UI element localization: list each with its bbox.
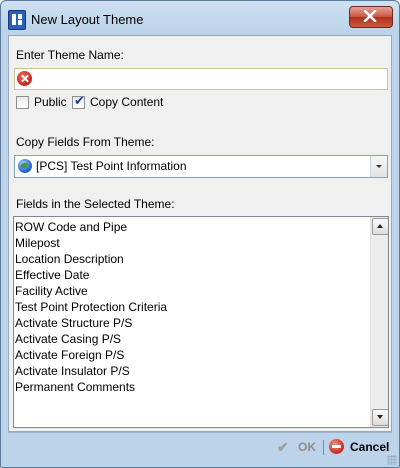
copy-content-checkbox[interactable]: ✔	[72, 93, 85, 109]
scroll-up-button[interactable]	[372, 218, 388, 235]
window-title: New Layout Theme	[31, 12, 144, 27]
layout-theme-icon	[8, 10, 26, 30]
chevron-down-icon[interactable]	[370, 156, 387, 177]
list-item[interactable]: Location Description	[14, 251, 370, 267]
title-bar: New Layout Theme	[1, 1, 399, 35]
dialog-content: Enter Theme Name: Public ✔ Copy Content …	[8, 35, 392, 432]
list-item[interactable]: Activate Insulator P/S	[14, 363, 370, 379]
error-icon	[17, 71, 32, 86]
theme-name-input[interactable]	[14, 68, 388, 90]
list-item[interactable]: Facility Active	[14, 283, 370, 299]
vertical-scrollbar[interactable]	[370, 217, 388, 427]
checkmark-icon: ✔	[277, 439, 289, 455]
copy-fields-dropdown[interactable]: [PCS] Test Point Information	[14, 155, 388, 178]
checkmark-icon: ✔	[74, 93, 85, 108]
dialog-window: New Layout Theme Enter Theme Name: Publi…	[0, 0, 400, 468]
list-item[interactable]: Activate Casing P/S	[14, 331, 370, 347]
globe-icon	[18, 159, 32, 173]
cancel-label: Cancel	[350, 440, 390, 454]
public-checkbox[interactable]	[16, 96, 29, 109]
footer-separator	[8, 432, 392, 433]
fields-label: Fields in the Selected Theme:	[16, 197, 175, 211]
close-icon	[363, 10, 377, 22]
resize-grip[interactable]	[387, 455, 397, 465]
list-item[interactable]: Effective Date	[14, 267, 370, 283]
public-label: Public	[34, 95, 67, 109]
list-item[interactable]: Activate Foreign P/S	[14, 347, 370, 363]
copy-content-label: Copy Content	[90, 95, 164, 109]
theme-name-label: Enter Theme Name:	[16, 48, 124, 62]
list-item[interactable]: ROW Code and Pipe	[14, 219, 370, 235]
cancel-icon	[329, 439, 344, 454]
close-button[interactable]	[349, 6, 393, 28]
ok-label: OK	[298, 440, 316, 454]
fields-listbox[interactable]: ROW Code and Pipe Milepost Location Desc…	[13, 216, 389, 428]
copy-fields-label: Copy Fields From Theme:	[16, 135, 155, 149]
scroll-down-button[interactable]	[372, 409, 388, 426]
list-item[interactable]: Milepost	[14, 235, 370, 251]
list-item[interactable]: Test Point Protection Criteria	[14, 299, 370, 315]
button-divider	[323, 440, 324, 455]
list-item[interactable]: Permanent Comments	[14, 379, 370, 395]
copy-fields-selected: [PCS] Test Point Information	[36, 159, 187, 173]
list-item[interactable]: Activate Structure P/S	[14, 315, 370, 331]
